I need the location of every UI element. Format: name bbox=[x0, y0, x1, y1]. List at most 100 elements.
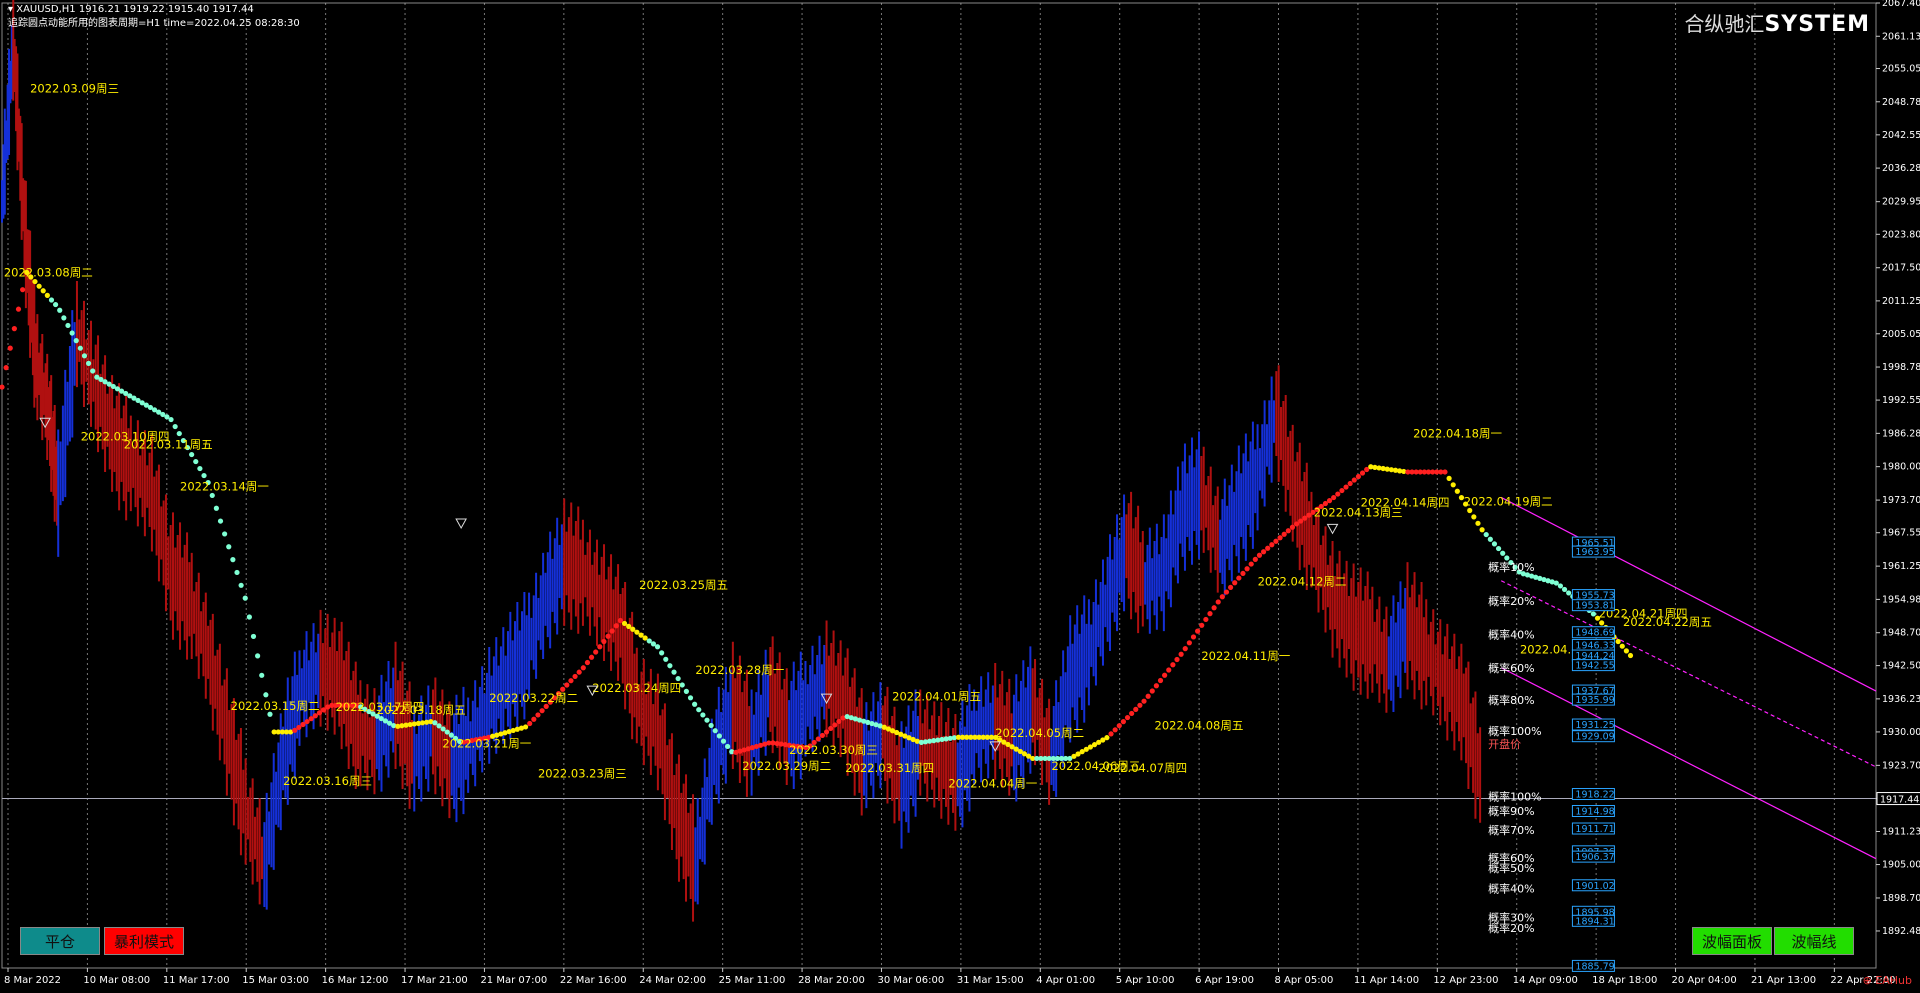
y-tick-label: 1923.70 bbox=[1882, 760, 1920, 771]
trend-dot bbox=[1174, 656, 1180, 663]
trend-dot bbox=[836, 718, 842, 725]
trend-dot bbox=[1347, 480, 1353, 487]
trend-dot bbox=[1285, 528, 1291, 534]
y-tick-label: 1905.00 bbox=[1882, 860, 1920, 871]
date-label: 2022.04.08周五 bbox=[1155, 718, 1244, 732]
close-position-button[interactable]: 平仓 bbox=[20, 927, 100, 955]
trend-dot bbox=[531, 716, 537, 722]
x-tick-label: 4 Apr 01:00 bbox=[1036, 975, 1095, 986]
trend-dot bbox=[1186, 640, 1192, 646]
trend-dot bbox=[36, 283, 42, 289]
x-tick-label: 30 Mar 06:00 bbox=[877, 975, 944, 986]
trend-dot bbox=[176, 430, 182, 437]
date-label: 2022.03.16周三 bbox=[283, 774, 372, 788]
trend-dot bbox=[1561, 586, 1568, 593]
trend-dot bbox=[242, 595, 248, 601]
trend-dot bbox=[663, 656, 669, 662]
trend-dot bbox=[1190, 634, 1197, 640]
trend-dot bbox=[1203, 616, 1209, 623]
trend-dot bbox=[32, 278, 38, 285]
amplitude-line-button[interactable]: 波幅线 bbox=[1774, 927, 1854, 955]
trend-dot bbox=[172, 423, 178, 430]
level-label: 概率100% bbox=[1488, 724, 1541, 738]
trend-dot bbox=[1244, 566, 1250, 572]
price-chart[interactable]: 8 Mar 2022 10 Mar 08:00 11 Mar 17:00 15 Mar… bbox=[0, 0, 1920, 989]
y-tick-label: 1911.23 bbox=[1882, 826, 1920, 837]
trend-dot bbox=[444, 729, 450, 735]
level-label: 开盘价 bbox=[1488, 737, 1521, 751]
trend-dot bbox=[246, 614, 252, 620]
price-tag-label: 1918.22 bbox=[1575, 790, 1614, 801]
price-tag-label: 1963.95 bbox=[1575, 547, 1614, 558]
trend-dot bbox=[1108, 731, 1114, 737]
trend-dot bbox=[1133, 706, 1139, 712]
price-tag-label: 1914.98 bbox=[1575, 806, 1614, 817]
y-tick-label: 1936.23 bbox=[1882, 694, 1920, 705]
trend-dot bbox=[712, 728, 718, 734]
trend-dot bbox=[568, 678, 574, 684]
watermark-text: EAHub bbox=[1875, 974, 1912, 987]
trend-dot bbox=[213, 505, 219, 511]
trend-dot bbox=[1442, 469, 1448, 475]
x-tick-label: 21 Mar 07:00 bbox=[480, 975, 547, 986]
trend-dot bbox=[85, 360, 92, 366]
x-tick-label: 6 Apr 19:00 bbox=[1195, 975, 1254, 986]
y-tick-label: 1898.70 bbox=[1882, 893, 1920, 904]
trend-dot bbox=[1166, 667, 1172, 673]
trend-dot bbox=[1500, 550, 1506, 556]
level-label: 概率10% bbox=[1488, 560, 1534, 574]
price-tag-label: 1885.79 bbox=[1575, 961, 1614, 972]
trend-dot bbox=[201, 472, 207, 479]
trend-dot bbox=[69, 330, 75, 336]
chart-window[interactable]: 8 Mar 2022 10 Mar 08:00 11 Mar 17:00 15 Mar… bbox=[0, 0, 1920, 989]
amplitude-panel-button[interactable]: 波幅面板 bbox=[1692, 927, 1772, 955]
trend-dot bbox=[1223, 589, 1230, 595]
y-tick-label: 2023.80 bbox=[1882, 229, 1920, 240]
brand-cn: 合纵驰汇 bbox=[1684, 12, 1765, 36]
date-label: 2022.04.07周四 bbox=[1098, 761, 1187, 775]
trend-dot bbox=[692, 701, 698, 707]
dropdown-arrow-icon[interactable]: ▾ bbox=[8, 4, 13, 15]
trend-dot bbox=[588, 654, 595, 660]
trend-dot bbox=[263, 692, 269, 698]
date-label: 2022.03.11周五 bbox=[124, 438, 213, 452]
trend-dot bbox=[613, 623, 619, 629]
y-tick-label: 2036.28 bbox=[1882, 163, 1920, 174]
channel-line-upper bbox=[1500, 496, 1877, 692]
trend-dot bbox=[584, 659, 591, 666]
trend-dot bbox=[671, 669, 677, 675]
date-label: 2022.03.24周四 bbox=[592, 681, 681, 695]
trend-dot bbox=[1277, 535, 1283, 541]
trend-dot bbox=[432, 720, 438, 726]
trend-dot bbox=[1170, 662, 1176, 668]
x-tick-label: 15 Mar 03:00 bbox=[242, 975, 309, 986]
trend-dot bbox=[1260, 549, 1267, 555]
trend-dot bbox=[1326, 498, 1333, 504]
trend-dot bbox=[44, 292, 50, 298]
down-arrow-icon bbox=[455, 518, 467, 530]
trend-dot bbox=[1162, 672, 1168, 678]
symbol-quote: XAUUSD,H1 1916.21 1919.22 1915.40 1917.4… bbox=[16, 4, 254, 15]
y-tick-label: 2005.05 bbox=[1882, 329, 1920, 340]
price-tag-label: 1911.71 bbox=[1575, 824, 1614, 835]
x-tick-label: 11 Mar 17:00 bbox=[163, 975, 230, 986]
date-label: 2022.03.09周三 bbox=[30, 82, 119, 96]
trend-dot bbox=[683, 688, 689, 694]
trend-dot bbox=[20, 287, 26, 293]
y-tick-label: 1973.70 bbox=[1882, 495, 1920, 506]
y-tick-label: 1942.50 bbox=[1882, 661, 1920, 672]
channel-line-middle bbox=[1500, 580, 1877, 768]
trend-dot bbox=[564, 682, 570, 688]
trend-dot bbox=[1471, 514, 1477, 520]
date-label: 2022.03.23周三 bbox=[538, 767, 627, 781]
current-price-label: 1917.44 bbox=[1880, 795, 1919, 806]
trend-dot bbox=[1215, 599, 1221, 605]
trend-dot bbox=[193, 458, 199, 465]
trend-dot bbox=[1265, 545, 1271, 551]
trend-dot bbox=[1615, 638, 1621, 645]
trend-dot bbox=[609, 628, 615, 634]
date-label: 2022.04.18周一 bbox=[1413, 426, 1502, 440]
x-tick-label: 24 Mar 02:00 bbox=[639, 975, 706, 986]
trend-dot bbox=[1207, 611, 1213, 617]
profit-mode-button[interactable]: 暴利模式 bbox=[104, 927, 184, 955]
